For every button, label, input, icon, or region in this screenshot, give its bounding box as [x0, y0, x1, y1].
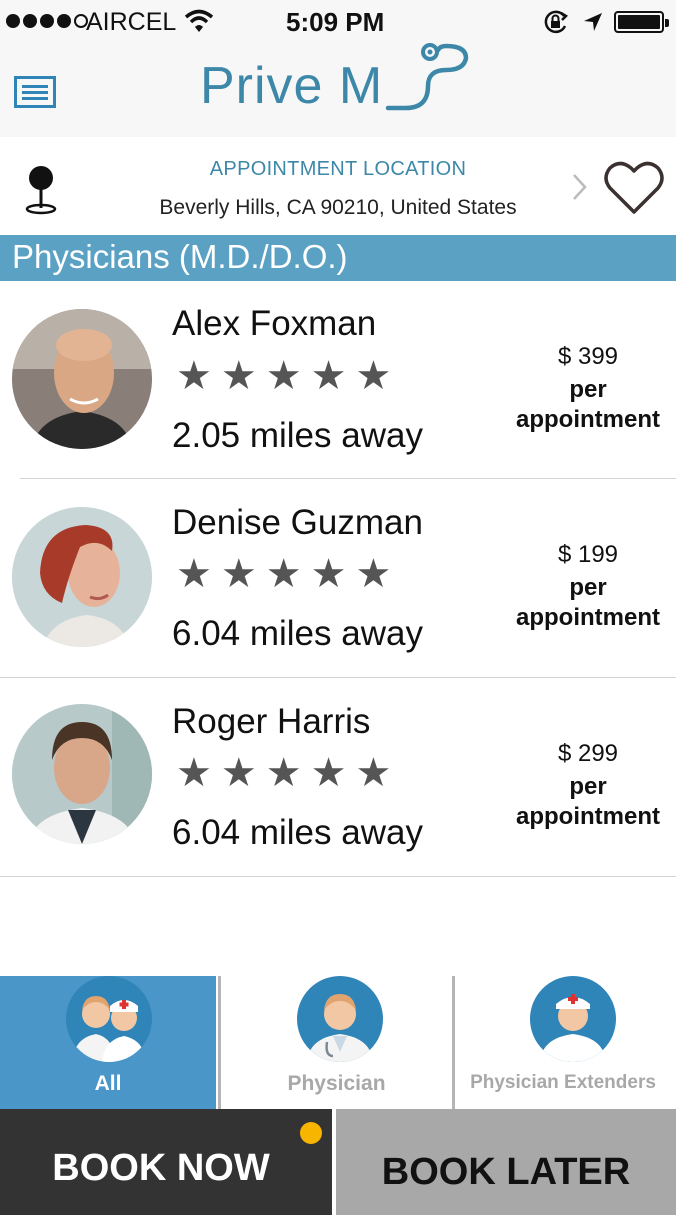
- tab-separator: [218, 976, 221, 1109]
- doctor-avatar[interactable]: [12, 507, 152, 647]
- star-icon: ★: [220, 552, 257, 596]
- doctor-price: $ 299: [557, 740, 619, 767]
- carrier-name: AIRCEL: [86, 8, 177, 36]
- location-arrow-icon: [582, 11, 604, 38]
- star-icon: ★: [310, 552, 347, 596]
- book-later-label: BOOK LATER: [381, 1151, 631, 1193]
- doctor-avatar[interactable]: [12, 704, 152, 844]
- row-divider: [0, 677, 676, 678]
- star-icon: ★: [220, 354, 257, 398]
- tab-all-label: All: [94, 1072, 122, 1095]
- clock-time: 5:09 PM: [286, 7, 385, 37]
- rotation-lock-icon: [543, 10, 569, 39]
- section-title: Physicians (M.D./D.O.): [12, 238, 348, 275]
- tab-separator: [452, 976, 455, 1109]
- doctor-distance: 2.05 miles away: [172, 416, 423, 455]
- doctor-distance: 6.04 miles away: [172, 614, 423, 653]
- chevron-right-icon[interactable]: [570, 172, 588, 207]
- star-icon: ★: [265, 751, 302, 795]
- star-icon: ★: [310, 751, 347, 795]
- rating-stars: ★ ★ ★ ★ ★: [176, 554, 391, 594]
- heart-icon[interactable]: [604, 160, 664, 221]
- star-icon: ★: [265, 354, 302, 398]
- price-per-label: per: [569, 376, 607, 403]
- price-unit-label: appointment: [516, 604, 660, 631]
- physician-icon: [297, 976, 383, 1062]
- doctor-name[interactable]: Alex Foxman: [172, 304, 376, 344]
- battery-icon: [614, 11, 669, 33]
- star-icon: ★: [355, 552, 392, 596]
- doctor-price: $ 199: [557, 541, 619, 568]
- notification-dot: [300, 1122, 322, 1144]
- rating-stars: ★ ★ ★ ★ ★: [176, 753, 391, 793]
- row-divider: [20, 478, 676, 479]
- nurse-icon: [530, 976, 616, 1062]
- star-icon: ★: [176, 354, 212, 398]
- book-now-label: BOOK NOW: [52, 1147, 270, 1189]
- price-unit-label: appointment: [516, 803, 660, 830]
- signal-dots-icon: [6, 14, 88, 28]
- tab-physician-label: Physician: [287, 1072, 386, 1095]
- star-icon: ★: [220, 751, 257, 795]
- doctor-name[interactable]: Roger Harris: [172, 702, 370, 742]
- wifi-icon: [184, 8, 214, 39]
- doctor-avatar[interactable]: [12, 309, 152, 449]
- star-icon: ★: [310, 354, 347, 398]
- app-logo-text: Prive M: [200, 57, 384, 115]
- star-icon: ★: [265, 552, 302, 596]
- price-unit-label: appointment: [516, 406, 660, 433]
- doctor-name[interactable]: Denise Guzman: [172, 503, 423, 543]
- rating-stars: ★ ★ ★ ★ ★: [176, 356, 391, 396]
- doctor-and-nurse-icon: [66, 976, 152, 1062]
- price-per-label: per: [569, 773, 607, 800]
- menu-icon[interactable]: [14, 76, 56, 108]
- row-divider: [0, 876, 676, 877]
- doctor-price: $ 399: [557, 343, 619, 370]
- stethoscope-icon: [384, 40, 474, 121]
- star-icon: ★: [176, 552, 212, 596]
- doctor-distance: 6.04 miles away: [172, 813, 423, 852]
- star-icon: ★: [355, 354, 392, 398]
- star-icon: ★: [355, 751, 392, 795]
- tab-physician-extenders-label: Physician Extenders: [470, 1072, 656, 1093]
- price-per-label: per: [569, 574, 607, 601]
- star-icon: ★: [176, 751, 212, 795]
